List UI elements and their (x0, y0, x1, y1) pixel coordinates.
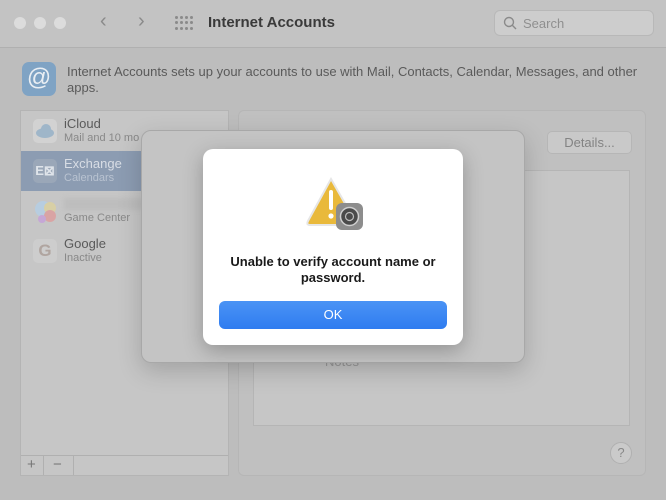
game-center-icon (33, 199, 57, 223)
forward-icon[interactable]: › (138, 10, 145, 33)
divider (43, 456, 44, 475)
account-name: iCloud (64, 116, 101, 131)
account-detail: Calendars (64, 172, 115, 184)
account-detail: Inactive (64, 252, 102, 264)
search-input[interactable]: Search (494, 10, 654, 36)
warning-icon (306, 176, 363, 230)
zoom-button[interactable] (54, 17, 66, 29)
back-icon[interactable]: ‹ (100, 10, 107, 33)
window-title: Internet Accounts (208, 14, 335, 31)
title-bar: ‹ › Internet Accounts Search (0, 0, 666, 48)
account-name: Google (64, 236, 106, 251)
help-button[interactable]: ? (610, 442, 632, 464)
exchange-icon: E⊠ (33, 159, 57, 183)
icloud-icon (33, 119, 57, 143)
close-button[interactable] (14, 17, 26, 29)
header-description: Internet Accounts sets up your accounts … (67, 64, 638, 95)
show-all-grid-icon[interactable] (175, 16, 193, 30)
list-toolbar: + − (21, 455, 228, 475)
search-icon (503, 16, 517, 30)
at-sign-icon: @ (22, 62, 56, 96)
add-account-button[interactable]: + (27, 456, 36, 473)
minimize-button[interactable] (34, 17, 46, 29)
account-detail: Mail and 10 mo (64, 132, 140, 144)
search-placeholder: Search (523, 16, 565, 31)
ok-button[interactable]: OK (219, 301, 447, 329)
account-name: Exchange (64, 156, 122, 171)
divider (73, 456, 74, 475)
google-icon: G (33, 239, 57, 263)
account-detail: Game Center (64, 212, 131, 224)
details-button[interactable]: Details... (547, 131, 632, 154)
alert-message: Unable to verify account name or passwor… (230, 254, 436, 285)
alert-dialog: Unable to verify account name or passwor… (203, 149, 463, 345)
blurred-account-name (64, 198, 149, 210)
remove-account-button[interactable]: − (53, 456, 62, 473)
